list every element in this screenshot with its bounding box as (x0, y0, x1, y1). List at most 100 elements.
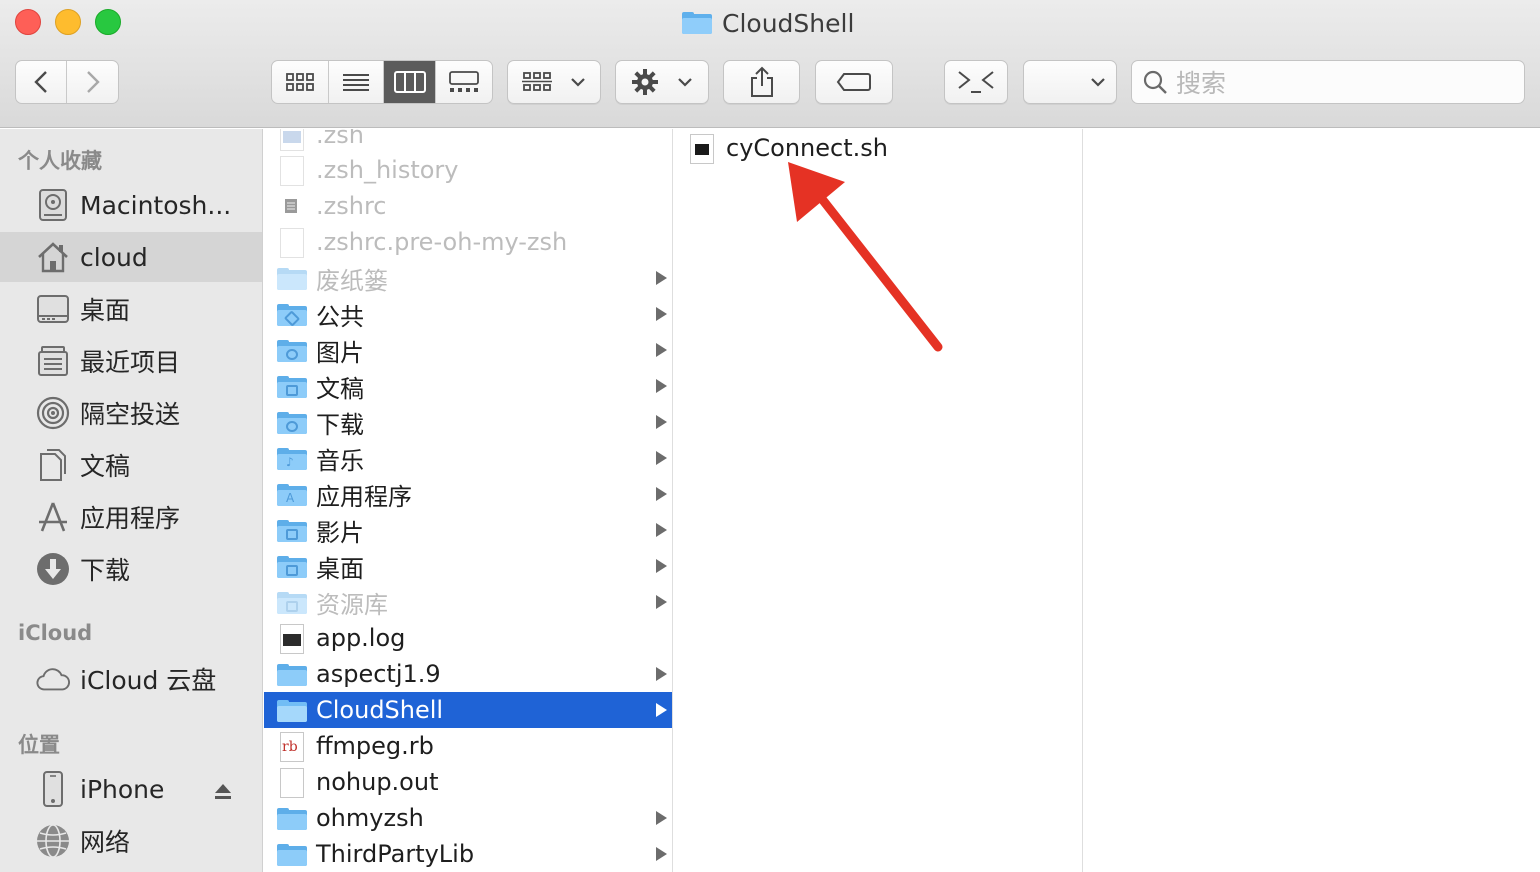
list-item[interactable]: .zshrc (264, 188, 672, 224)
terminal-button[interactable] (944, 60, 1008, 104)
group-button[interactable] (507, 60, 601, 104)
column-empty (1084, 129, 1540, 872)
list-item[interactable]: .zsh_history (264, 152, 672, 188)
eject-icon[interactable] (214, 778, 232, 807)
list-view-button[interactable] (329, 61, 384, 103)
sidebar-item-label: 桌面 (80, 296, 131, 325)
sidebar-item-cloud[interactable]: cloud (0, 232, 262, 282)
window-title: CloudShell (682, 6, 854, 40)
sidebar-item-label: cloud (80, 242, 148, 272)
folder-icon (682, 12, 712, 34)
hard-disk-icon (36, 188, 70, 222)
forward-button[interactable] (67, 61, 118, 103)
sidebar-item-label: 下载 (80, 556, 131, 585)
documents-folder-icon (276, 371, 307, 401)
sidebar-item-downloads[interactable]: 下载 (0, 544, 262, 594)
file-icon (276, 227, 306, 258)
sidebar-item-airdrop[interactable]: 隔空投送 (0, 388, 262, 438)
column-cloudshell: cyConnect.sh (674, 129, 1083, 872)
disclosure-arrow-icon (656, 811, 667, 825)
sidebar-section-locations: 位置 (18, 733, 60, 757)
file-icon (276, 767, 306, 798)
action-button[interactable] (615, 60, 709, 104)
icon-view-button[interactable] (272, 61, 329, 103)
search-field[interactable]: 搜索 (1131, 60, 1525, 104)
gallery-view-button[interactable] (436, 61, 492, 103)
icon-view-icon (286, 73, 314, 91)
tag-button[interactable] (815, 60, 893, 104)
disclosure-arrow-icon (656, 487, 667, 501)
sidebar-item-iphone[interactable]: iPhone (0, 764, 262, 814)
view-mode-control (271, 60, 493, 104)
group-icon (522, 72, 552, 91)
dropdown-icon (1091, 78, 1105, 87)
chevron-down-icon (571, 78, 585, 87)
pictures-folder-icon (276, 335, 307, 365)
sidebar-item-label: iCloud 云盘 (80, 666, 217, 695)
list-item[interactable]: ohmyzsh (264, 800, 672, 836)
list-item[interactable]: cyConnect.sh (674, 130, 1083, 166)
list-item[interactable]: 资源库 (264, 584, 672, 620)
list-item[interactable]: ♪ 音乐 (264, 440, 672, 476)
disclosure-arrow-icon (656, 379, 667, 393)
disclosure-arrow-icon (656, 523, 667, 537)
list-item[interactable]: 公共 (264, 296, 672, 332)
column-view-icon (393, 71, 426, 93)
minimize-button[interactable] (55, 9, 81, 35)
share-button[interactable] (723, 60, 800, 104)
sidebar-item-macintosh-hd[interactable]: Macintosh... (0, 180, 262, 230)
disclosure-arrow-icon (656, 415, 667, 429)
sidebar-section-favorites: 个人收藏 (18, 149, 102, 173)
search-icon (1143, 70, 1167, 94)
toolbar: CloudShell 搜索 (0, 0, 1540, 128)
list-item[interactable]: A 应用程序 (264, 476, 672, 512)
home-icon (36, 240, 70, 274)
list-item[interactable]: 废纸篓 (264, 260, 672, 296)
sidebar-item-icloud-drive[interactable]: iCloud 云盘 (0, 654, 262, 704)
disclosure-arrow-icon (656, 847, 667, 861)
sidebar-item-label: 应用程序 (80, 504, 181, 533)
script-file-icon (276, 129, 306, 151)
list-item[interactable]: 影片 (264, 512, 672, 548)
disclosure-arrow-icon (656, 667, 667, 681)
downloads-icon (36, 552, 70, 586)
chevron-down-icon (678, 78, 692, 87)
sidebar-item-label: 最近项目 (80, 348, 181, 377)
back-button[interactable] (16, 61, 68, 103)
list-item[interactable]: 图片 (264, 332, 672, 368)
applications-icon (36, 500, 70, 534)
list-item[interactable]: .zshrc.pre-oh-my-zsh (264, 224, 672, 260)
list-item[interactable]: .zsh (264, 129, 672, 153)
documents-icon (36, 448, 70, 482)
disclosure-arrow-icon (656, 595, 667, 609)
list-item[interactable]: ThirdPartyLib (264, 836, 672, 872)
window-title-text: CloudShell (722, 8, 855, 38)
log-file-icon (276, 623, 306, 654)
share-icon (750, 66, 773, 97)
extra-dropdown[interactable] (1023, 60, 1117, 104)
sidebar-item-label: 文稿 (80, 452, 131, 481)
list-item[interactable]: 文稿 (264, 368, 672, 404)
chevron-left-icon (34, 71, 47, 93)
sidebar-item-applications[interactable]: 应用程序 (0, 492, 262, 542)
navigation-buttons (15, 60, 119, 104)
sidebar-item-documents[interactable]: 文稿 (0, 440, 262, 490)
list-item[interactable]: 下载 (264, 404, 672, 440)
column-view-button[interactable] (384, 61, 436, 103)
sidebar-item-desktop[interactable]: 桌面 (0, 284, 262, 334)
list-item[interactable]: rb ffmpeg.rb (264, 728, 672, 764)
close-button[interactable] (15, 9, 41, 35)
zoom-button[interactable] (95, 9, 121, 35)
file-icon (276, 155, 306, 186)
sidebar-item-recents[interactable]: 最近项目 (0, 336, 262, 386)
disclosure-arrow-icon (656, 271, 667, 285)
list-item[interactable]: aspectj1.9 (264, 656, 672, 692)
list-item[interactable]: 桌面 (264, 548, 672, 584)
sidebar-item-network[interactable]: 网络 (0, 816, 262, 866)
list-item[interactable]: nohup.out (264, 764, 672, 800)
list-item[interactable]: CloudShell (264, 692, 672, 728)
sidebar-item-label: 隔空投送 (80, 400, 181, 429)
folder-icon (276, 659, 307, 689)
column-home: .zsh .zsh_history .zshrc .zshrc.pre-oh-m… (264, 129, 673, 872)
list-item[interactable]: app.log (264, 620, 672, 656)
